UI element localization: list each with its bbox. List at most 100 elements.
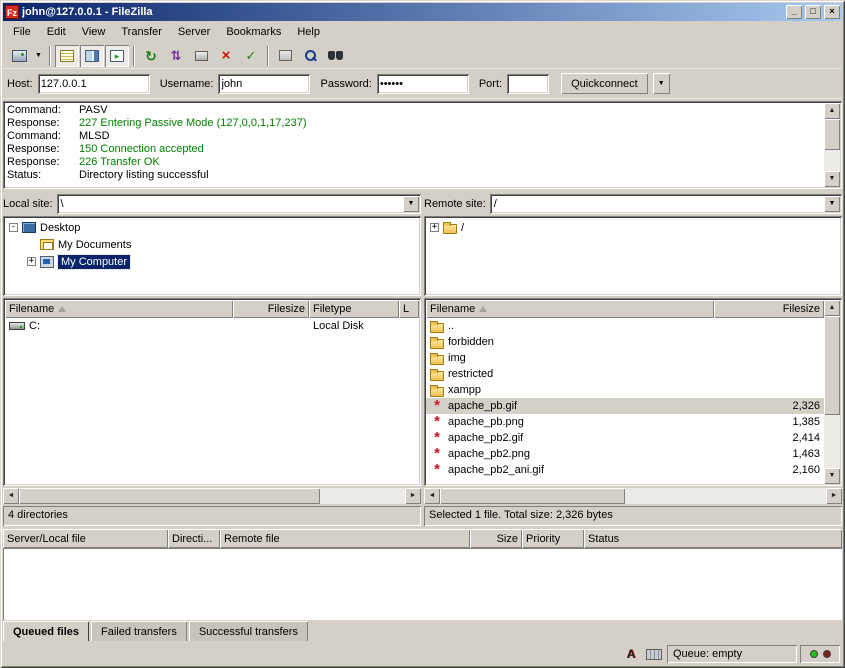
local-site-combo[interactable]: \ ▼ xyxy=(57,194,421,214)
my-documents-icon xyxy=(40,239,54,250)
column-header-server-local-file[interactable]: Server/Local file xyxy=(3,529,168,548)
site-manager-dropdown-button[interactable]: ▼ xyxy=(32,45,45,67)
column-header-priority[interactable]: Priority xyxy=(522,529,584,548)
chevron-down-icon[interactable]: ▼ xyxy=(403,196,419,212)
scroll-right-icon[interactable]: ► xyxy=(826,488,842,504)
remote-vertical-scrollbar[interactable]: ▲ ▼ xyxy=(824,300,840,484)
chevron-down-icon[interactable]: ▼ xyxy=(824,196,840,212)
port-input[interactable] xyxy=(507,74,549,94)
menu-server[interactable]: Server xyxy=(170,23,218,41)
column-header-lastmodified[interactable]: L xyxy=(399,300,419,318)
file-row[interactable]: restricted xyxy=(426,366,824,382)
tree-item-my-computer[interactable]: + My Computer xyxy=(5,253,419,270)
local-horizontal-scrollbar[interactable]: ◄ ► xyxy=(3,488,421,504)
log-line: Status: Directory listing successful xyxy=(7,169,822,182)
file-row[interactable]: *apache_pb2_ani.gif 2,160 xyxy=(426,462,824,478)
file-name: apache_pb.png xyxy=(448,416,524,428)
file-row-selected[interactable]: *apache_pb.gif 2,326 xyxy=(426,398,824,414)
quickconnect-button[interactable]: Quickconnect xyxy=(561,73,648,94)
disconnect-icon: ✓ xyxy=(246,49,257,62)
file-row[interactable]: xampp xyxy=(426,382,824,398)
title-bar[interactable]: Fz john@127.0.0.1 - FileZilla _ □ × xyxy=(3,3,842,21)
menu-help[interactable]: Help xyxy=(289,23,328,41)
file-row[interactable]: *apache_pb.png 1,385 xyxy=(426,414,824,430)
quickconnect-dropdown-button[interactable]: ▼ xyxy=(653,73,670,94)
column-header-filesize[interactable]: Filesize xyxy=(233,300,309,318)
search-button[interactable] xyxy=(298,45,322,67)
file-row[interactable]: *apache_pb2.png 1,463 xyxy=(426,446,824,462)
file-name: .. xyxy=(448,320,454,332)
column-header-filetype[interactable]: Filetype xyxy=(309,300,399,318)
log-line: Response: 226 Transfer OK xyxy=(7,156,822,169)
remote-horizontal-scrollbar[interactable]: ◄ ► xyxy=(424,488,842,504)
process-queue-button[interactable]: ⇅ xyxy=(164,45,188,67)
tab-successful-transfers[interactable]: Successful transfers xyxy=(189,621,308,641)
toggle-message-log-button[interactable] xyxy=(55,45,79,67)
column-label: Status xyxy=(588,533,619,545)
menu-view[interactable]: View xyxy=(74,23,114,41)
column-header-remote-file[interactable]: Remote file xyxy=(220,529,470,548)
tree-item-my-documents[interactable]: My Documents xyxy=(5,236,419,253)
scrollbar-thumb[interactable] xyxy=(824,119,840,150)
disconnect-button[interactable]: ✓ xyxy=(239,45,263,67)
tree-item-desktop[interactable]: - Desktop xyxy=(5,219,419,236)
menu-transfer[interactable]: Transfer xyxy=(113,23,170,41)
column-header-size[interactable]: Size xyxy=(470,529,522,548)
expand-icon[interactable]: + xyxy=(27,257,36,266)
scroll-right-icon[interactable]: ► xyxy=(405,488,421,504)
password-input[interactable] xyxy=(377,74,469,94)
scrollbar-thumb[interactable] xyxy=(440,488,625,504)
scrollbar-track xyxy=(440,488,826,504)
scrollbar-track xyxy=(824,119,840,171)
find-files-button[interactable] xyxy=(323,45,347,67)
close-button[interactable]: × xyxy=(824,5,840,19)
toggle-tree-views-button[interactable] xyxy=(80,45,104,67)
minimize-button[interactable]: _ xyxy=(786,5,802,19)
remote-site-value: / xyxy=(494,198,824,210)
maximize-button[interactable]: □ xyxy=(805,5,821,19)
tree-item-root[interactable]: + / xyxy=(426,219,840,236)
toggle-transfer-queue-button[interactable]: ▸ xyxy=(105,45,129,67)
file-row[interactable]: *apache_pb2.gif 2,414 xyxy=(426,430,824,446)
file-row-c-drive[interactable]: C: Local Disk xyxy=(5,318,419,334)
log-vertical-scrollbar[interactable]: ▲ ▼ xyxy=(824,103,840,187)
scroll-left-icon[interactable]: ◄ xyxy=(3,488,19,504)
column-label: Server/Local file xyxy=(7,533,86,545)
column-header-filename[interactable]: Filename xyxy=(5,300,233,318)
scroll-left-icon[interactable]: ◄ xyxy=(424,488,440,504)
scroll-down-icon[interactable]: ▼ xyxy=(824,468,840,484)
menu-edit[interactable]: Edit xyxy=(39,23,74,41)
column-header-direction[interactable]: Directi... xyxy=(168,529,220,548)
filter-button[interactable] xyxy=(273,45,297,67)
menu-bar: File Edit View Transfer Server Bookmarks… xyxy=(3,21,842,43)
file-row[interactable]: img xyxy=(426,350,824,366)
log-text: 226 Transfer OK xyxy=(79,156,160,169)
file-row[interactable]: forbidden xyxy=(426,334,824,350)
queue-body[interactable] xyxy=(3,548,842,620)
scrollbar-thumb[interactable] xyxy=(19,488,320,504)
column-label: Priority xyxy=(526,533,560,545)
username-input[interactable] xyxy=(218,74,310,94)
scrollbar-thumb[interactable] xyxy=(824,316,840,415)
site-manager-button[interactable] xyxy=(7,45,31,67)
host-input[interactable] xyxy=(38,74,150,94)
tab-failed-transfers[interactable]: Failed transfers xyxy=(91,621,187,641)
cancel-operation-button[interactable]: × xyxy=(214,45,238,67)
menu-file[interactable]: File xyxy=(5,23,39,41)
scroll-down-icon[interactable]: ▼ xyxy=(824,171,840,187)
expand-icon[interactable]: + xyxy=(430,223,439,232)
column-header-filesize[interactable]: Filesize xyxy=(714,300,824,318)
column-header-filename[interactable]: Filename xyxy=(426,300,714,318)
collapse-icon[interactable]: - xyxy=(9,223,18,232)
scroll-up-icon[interactable]: ▲ xyxy=(824,103,840,119)
menu-bookmarks[interactable]: Bookmarks xyxy=(218,23,289,41)
preview-button[interactable] xyxy=(189,45,213,67)
remote-site-combo[interactable]: / ▼ xyxy=(490,194,842,214)
image-file-icon: * xyxy=(430,433,444,443)
refresh-button[interactable]: ↻ xyxy=(139,45,163,67)
file-row[interactable]: .. xyxy=(426,318,824,334)
password-label: Password: xyxy=(320,78,372,90)
column-header-status[interactable]: Status xyxy=(584,529,842,548)
scroll-up-icon[interactable]: ▲ xyxy=(824,300,840,316)
tab-queued-files[interactable]: Queued files xyxy=(3,621,89,641)
